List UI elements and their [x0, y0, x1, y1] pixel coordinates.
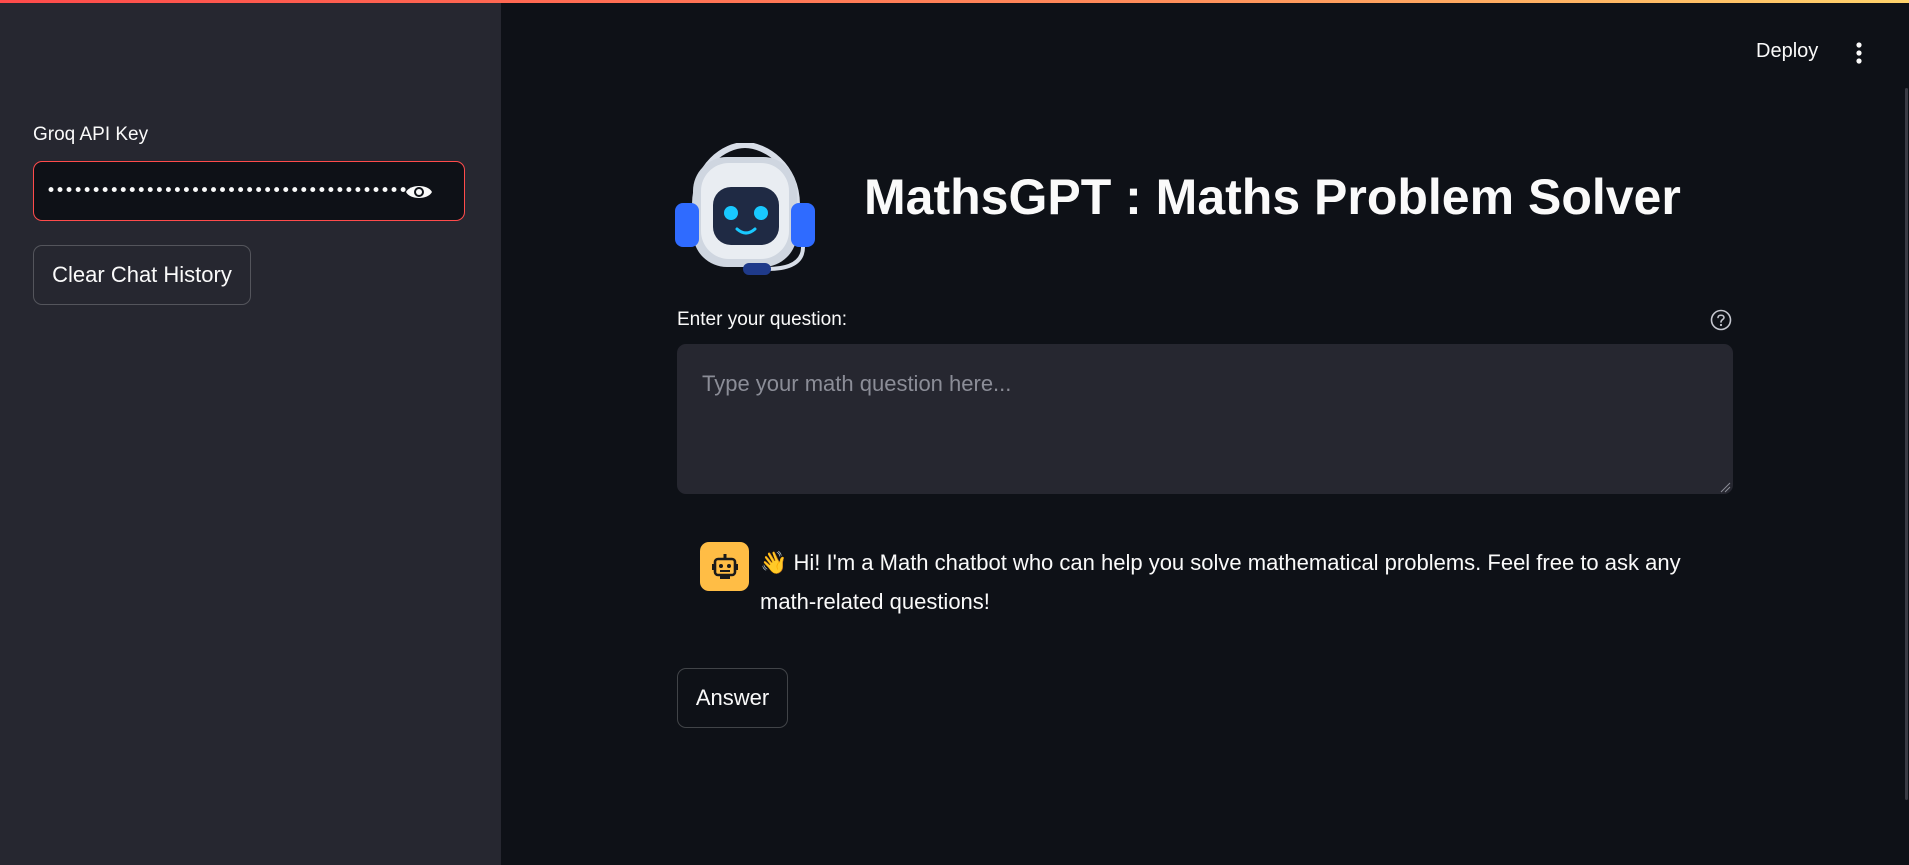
question-input[interactable] [677, 344, 1733, 494]
message-text: Hi! I'm a Math chatbot who can help you … [760, 550, 1681, 614]
api-key-label: Groq API Key [33, 124, 149, 145]
eye-icon[interactable] [404, 178, 434, 206]
robot-avatar-icon [700, 542, 749, 591]
api-key-input[interactable]: ••••••••••••••••••••••••••••••••••••••••… [33, 161, 465, 221]
answer-button[interactable]: Answer [677, 668, 788, 728]
question-label: Enter your question: [677, 309, 848, 330]
robot-headset-icon [675, 141, 815, 278]
clear-chat-history-button[interactable]: Clear Chat History [33, 245, 251, 305]
resize-handle-icon[interactable] [1719, 480, 1731, 493]
top-accent-bar [0, 0, 1909, 3]
deploy-button[interactable]: Deploy [1756, 40, 1818, 63]
page-title: MathsGPT : Maths Problem Solver [864, 169, 1681, 225]
scrollbar[interactable] [1905, 88, 1908, 800]
help-icon[interactable] [1710, 309, 1732, 331]
kebab-menu-icon[interactable] [1848, 37, 1870, 69]
assistant-message: 👋 Hi! I'm a Math chatbot who can help yo… [760, 544, 1720, 621]
api-key-value[interactable]: ••••••••••••••••••••••••••••••••••••••••… [46, 181, 411, 201]
sidebar: Groq API Key •••••••••••••••••••••••••••… [0, 0, 501, 865]
waving-hand-icon: 👋 [760, 551, 788, 576]
